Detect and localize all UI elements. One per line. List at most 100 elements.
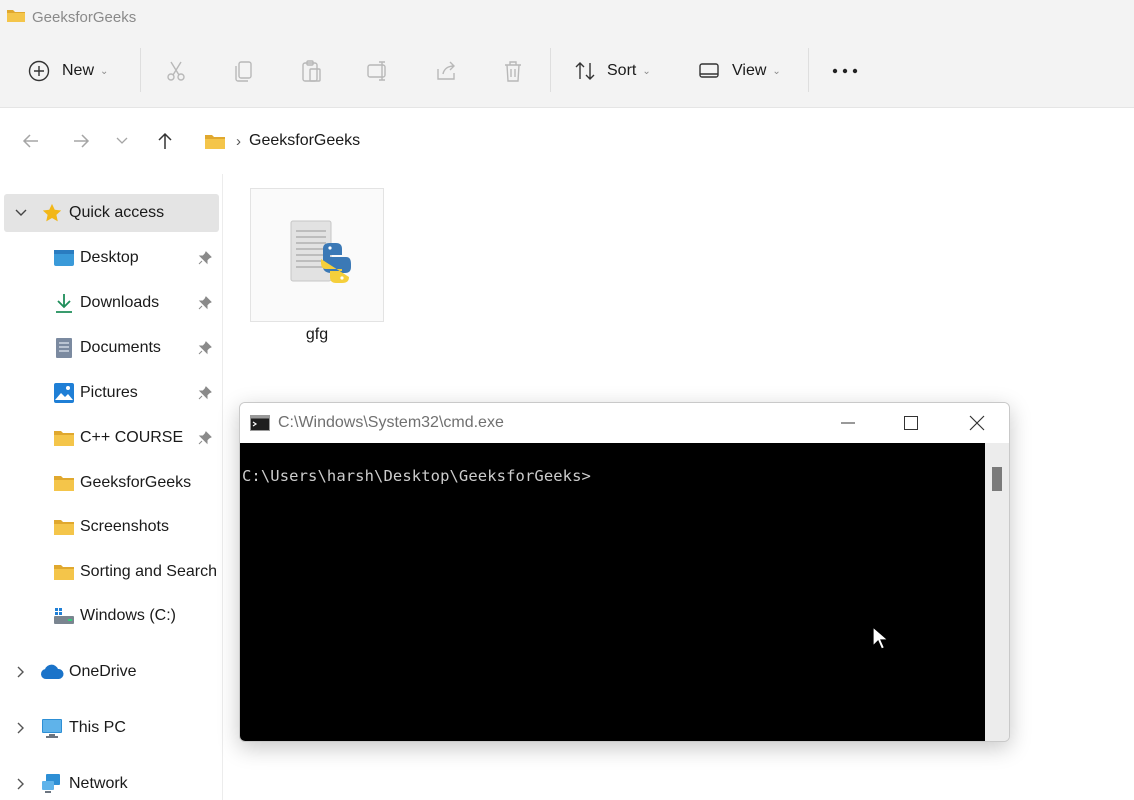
file-tile[interactable] xyxy=(250,188,384,322)
recent-locations-button[interactable] xyxy=(112,128,132,154)
cmd-title: C:\Windows\System32\cmd.exe xyxy=(278,414,504,431)
network-icon xyxy=(40,772,64,796)
sidebar-item-label: Sorting and Search xyxy=(80,563,217,580)
folder-icon xyxy=(6,7,26,28)
chevron-down-icon xyxy=(116,137,128,145)
pictures-icon xyxy=(52,381,76,405)
sidebar-item-documents[interactable]: Documents xyxy=(0,329,222,367)
back-button[interactable] xyxy=(18,128,44,154)
copy-button[interactable] xyxy=(232,34,256,108)
toolbar-divider xyxy=(550,48,551,92)
folder-icon xyxy=(52,426,76,450)
computer-icon xyxy=(40,716,64,740)
more-icon xyxy=(832,67,858,75)
sidebar-item-label: GeeksforGeeks xyxy=(80,474,192,491)
trash-icon xyxy=(501,59,525,83)
cmd-app-icon xyxy=(250,415,270,431)
chevron-right-icon[interactable] xyxy=(14,777,28,791)
drive-icon xyxy=(52,604,76,628)
sidebar-item-this-pc[interactable]: This PC xyxy=(0,709,222,747)
minimize-icon xyxy=(841,422,855,424)
navigation-pane: Quick access Desktop Downloads Documents xyxy=(0,174,222,800)
forward-button[interactable] xyxy=(68,128,94,154)
sidebar-item-label: Documents xyxy=(80,339,161,356)
sort-button[interactable]: Sort ⌄ xyxy=(573,34,651,108)
sidebar-item-label: Network xyxy=(69,775,128,792)
sidebar-item-windows-c[interactable]: Windows (C:) xyxy=(0,597,222,635)
breadcrumb: › GeeksforGeeks xyxy=(204,128,360,154)
star-icon xyxy=(40,201,64,225)
sidebar-item-screenshots[interactable]: Screenshots xyxy=(0,508,222,546)
more-options-button[interactable] xyxy=(832,34,858,108)
delete-button[interactable] xyxy=(501,34,525,108)
arrow-left-icon xyxy=(21,131,41,151)
scrollbar-thumb[interactable] xyxy=(992,467,1002,491)
cmd-title-bar[interactable]: C:\Windows\System32\cmd.exe xyxy=(240,403,1009,443)
sidebar-item-label: Screenshots xyxy=(80,518,169,535)
minimize-button[interactable] xyxy=(825,407,871,439)
paste-icon xyxy=(299,59,323,83)
breadcrumb-item[interactable]: GeeksforGeeks xyxy=(249,132,360,150)
view-button[interactable]: View ⌄ xyxy=(698,34,781,108)
download-icon xyxy=(52,291,76,315)
share-button[interactable] xyxy=(434,34,458,108)
pin-icon xyxy=(198,386,212,405)
view-label: View xyxy=(732,62,767,79)
maximize-icon xyxy=(904,416,918,430)
close-button[interactable] xyxy=(954,407,1000,439)
mouse-pointer-icon xyxy=(872,625,890,657)
sidebar-item-pictures[interactable]: Pictures xyxy=(0,374,222,412)
sidebar-item-label: Pictures xyxy=(80,384,138,401)
sidebar-item-network[interactable]: Network xyxy=(0,765,222,800)
sidebar-item-onedrive[interactable]: OneDrive xyxy=(0,653,222,691)
close-icon xyxy=(969,415,985,431)
sidebar-item-label: C++ COURSE xyxy=(80,429,184,446)
arrow-up-icon xyxy=(155,131,175,151)
rename-button[interactable] xyxy=(366,34,390,108)
pin-icon xyxy=(198,431,212,450)
maximize-button[interactable] xyxy=(888,407,934,439)
view-icon xyxy=(698,60,720,82)
folder-icon xyxy=(52,471,76,495)
sort-label: Sort xyxy=(607,62,637,79)
chevron-right-icon[interactable] xyxy=(14,721,28,735)
up-button[interactable] xyxy=(152,128,178,154)
cmd-window[interactable]: C:\Windows\System32\cmd.exe C:\Users\har… xyxy=(239,402,1010,742)
sidebar-item-cpp-course[interactable]: C++ COURSE xyxy=(0,419,222,457)
new-button[interactable]: New ⌄ xyxy=(28,34,108,108)
console-output[interactable]: C:\Users\harsh\Desktop\GeeksforGeeks> xyxy=(240,443,985,741)
sidebar-item-label: This PC xyxy=(69,719,126,736)
chevron-down-icon: ⌄ xyxy=(100,65,109,77)
documents-icon xyxy=(52,336,76,360)
sidebar-item-sorting-and-search[interactable]: Sorting and Search xyxy=(0,553,222,591)
folder-icon xyxy=(52,560,76,584)
command-bar: New ⌄ Sort ⌄ View ⌄ xyxy=(0,34,1134,108)
folder-icon xyxy=(204,132,226,150)
sidebar-item-label: Quick access xyxy=(69,204,165,221)
scissors-icon xyxy=(164,59,188,83)
address-row: › GeeksforGeeks xyxy=(0,108,1134,174)
sidebar-item-label: Desktop xyxy=(80,249,139,266)
cut-button[interactable] xyxy=(164,34,188,108)
folder-icon xyxy=(52,515,76,539)
sidebar-item-label: Windows (C:) xyxy=(80,607,177,624)
toolbar-divider xyxy=(808,48,809,92)
sidebar-item-geeksforgeeks[interactable]: GeeksforGeeks xyxy=(0,464,222,502)
sidebar-item-downloads[interactable]: Downloads xyxy=(0,284,222,322)
file-name[interactable]: gfg xyxy=(250,326,384,344)
chevron-right-icon[interactable] xyxy=(14,665,28,679)
sidebar-item-desktop[interactable]: Desktop xyxy=(0,239,222,277)
window-title: GeeksforGeeks xyxy=(32,8,137,26)
python-file-icon xyxy=(287,219,351,294)
plus-circle-icon xyxy=(28,60,50,82)
arrow-right-icon xyxy=(71,131,91,151)
paste-button[interactable] xyxy=(299,34,323,108)
console-scrollbar[interactable] xyxy=(985,443,1009,741)
chevron-down-icon[interactable] xyxy=(14,206,28,220)
pin-icon xyxy=(198,341,212,360)
new-label: New xyxy=(62,62,95,79)
pin-icon xyxy=(198,296,212,315)
chevron-down-icon: ⌄ xyxy=(642,65,651,77)
toolbar-divider xyxy=(140,48,141,92)
sidebar-item-quick-access[interactable]: Quick access xyxy=(4,194,219,232)
